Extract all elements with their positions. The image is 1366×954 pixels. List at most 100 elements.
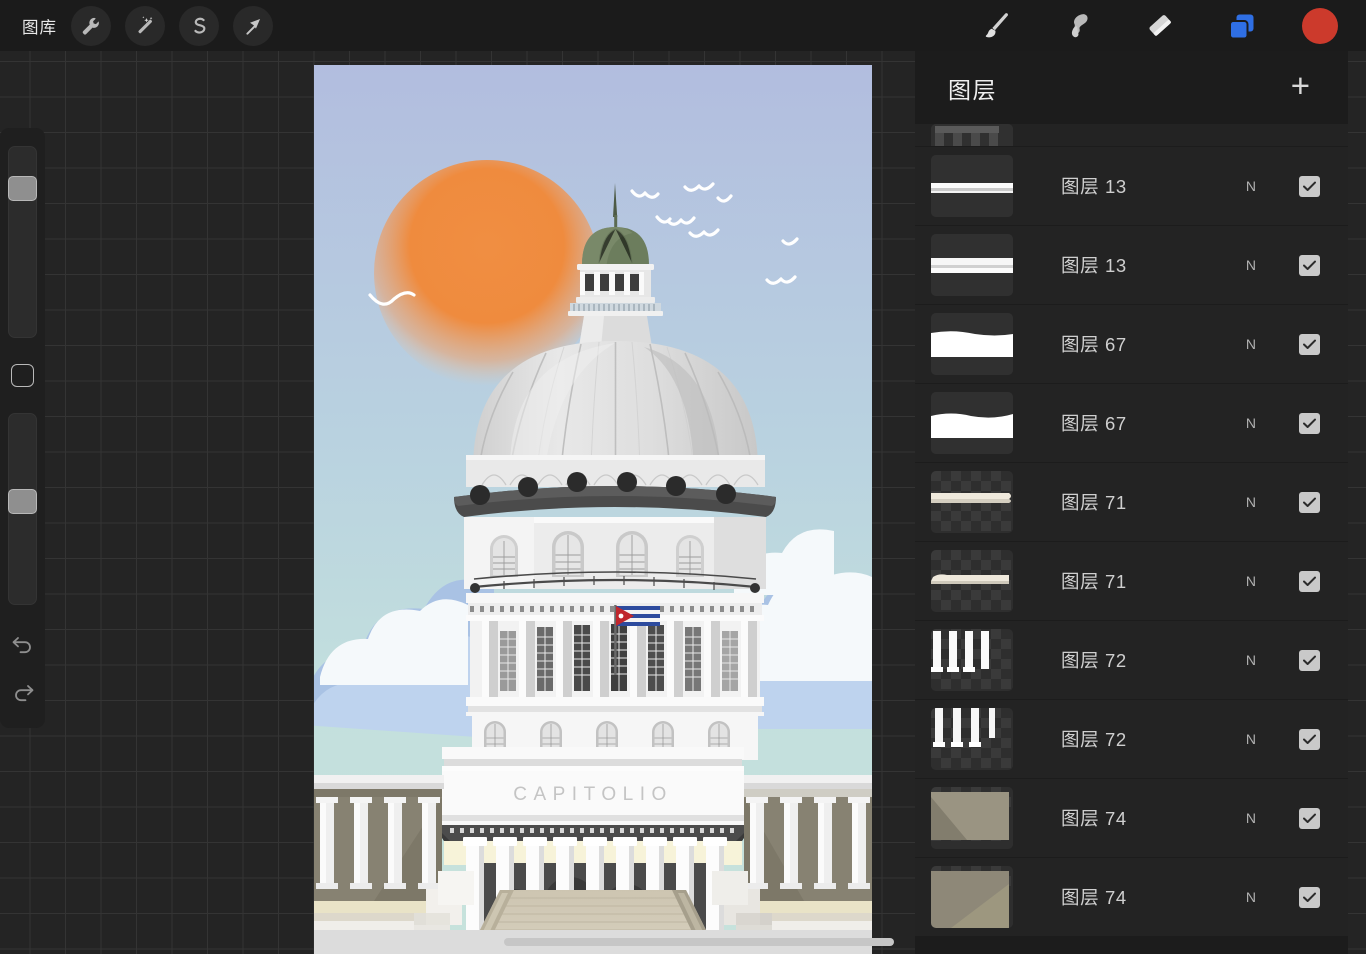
opacity-slider[interactable] bbox=[8, 413, 37, 605]
layer-row[interactable]: 图层 74 N bbox=[915, 858, 1348, 936]
thumbnail-checker-columns2 bbox=[931, 708, 1013, 770]
selection-s-glyph bbox=[194, 17, 206, 34]
layer-blend-mode[interactable]: N bbox=[1246, 494, 1256, 510]
wrench-glyph bbox=[82, 17, 99, 34]
layer-row[interactable]: 图层 72 N bbox=[915, 621, 1348, 699]
canvas-scrollbar-thumb[interactable] bbox=[504, 938, 894, 946]
layers-panel-title: 图层 bbox=[948, 76, 997, 103]
magic-wand-icon[interactable] bbox=[125, 5, 165, 46]
check-icon bbox=[1303, 892, 1316, 902]
layer-visibility-checkbox[interactable] bbox=[1299, 254, 1320, 276]
smudge-icon[interactable] bbox=[1056, 6, 1100, 46]
brush-size-slider[interactable] bbox=[8, 146, 37, 338]
selection-s-icon[interactable] bbox=[179, 5, 219, 46]
layer-row[interactable]: 图层 74 N bbox=[915, 779, 1348, 857]
eraser-icon[interactable] bbox=[1138, 6, 1182, 46]
layer-blend-mode[interactable]: N bbox=[1246, 336, 1256, 352]
check-icon bbox=[1303, 497, 1316, 507]
check-icon bbox=[1303, 734, 1316, 744]
layer-visibility-checkbox[interactable] bbox=[1299, 412, 1320, 434]
layer-blend-mode[interactable]: N bbox=[1246, 415, 1256, 431]
layer-blend-mode[interactable]: N bbox=[1246, 889, 1256, 905]
wrench-icon[interactable] bbox=[71, 5, 111, 46]
layer-row[interactable]: 图层 67 N bbox=[915, 384, 1348, 462]
top-toolbar-left-group: 图库 bbox=[0, 5, 273, 46]
layer-row-partial-top[interactable] bbox=[915, 124, 1348, 146]
layer-visibility-checkbox[interactable] bbox=[1299, 807, 1320, 829]
color-swatch[interactable] bbox=[1302, 7, 1338, 44]
layer-visibility-checkbox[interactable] bbox=[1299, 728, 1320, 750]
drawing-canvas[interactable]: CAPITOLIO bbox=[314, 65, 872, 954]
top-toolbar: 图库 bbox=[0, 0, 1366, 51]
check-icon bbox=[1303, 813, 1316, 823]
layer-name: 图层 13 bbox=[1061, 255, 1127, 276]
arrow-glyph bbox=[245, 18, 260, 35]
layer-blend-mode[interactable]: N bbox=[1246, 810, 1256, 826]
brush-size-slider-thumb[interactable] bbox=[8, 176, 37, 201]
layer-thumbnail bbox=[931, 155, 1013, 217]
layer-thumbnail bbox=[931, 471, 1013, 533]
modify-square-button[interactable] bbox=[11, 364, 34, 387]
thumbnail-tan-diag bbox=[931, 787, 1013, 849]
layer-row[interactable]: 图层 72 N bbox=[915, 700, 1348, 778]
layer-blend-mode[interactable]: N bbox=[1246, 652, 1256, 668]
layer-row[interactable]: 图层 13 N bbox=[915, 147, 1348, 225]
layer-thumbnail bbox=[931, 313, 1013, 375]
thumbnail-band-thick bbox=[931, 234, 1013, 296]
undo-button[interactable] bbox=[4, 625, 42, 663]
arrow-transform-icon[interactable] bbox=[233, 5, 273, 46]
thumbnail-partial-graphic bbox=[931, 124, 1013, 146]
check-icon bbox=[1303, 418, 1316, 428]
add-layer-button[interactable]: + bbox=[1291, 69, 1310, 107]
check-icon bbox=[1303, 260, 1316, 270]
top-toolbar-right-group bbox=[974, 6, 1366, 46]
layer-thumbnail bbox=[931, 124, 1013, 146]
check-icon bbox=[1303, 181, 1316, 191]
layer-row[interactable]: 图层 71 N bbox=[915, 542, 1348, 620]
layer-visibility-checkbox[interactable] bbox=[1299, 649, 1320, 671]
thumbnail-checker-beam bbox=[931, 471, 1013, 533]
eraser-glyph bbox=[1149, 14, 1171, 36]
thumbnail-block-white-bottom bbox=[931, 392, 1013, 454]
capitolio-illustration: CAPITOLIO bbox=[314, 65, 872, 954]
layers-glyph bbox=[1229, 14, 1254, 39]
check-icon bbox=[1303, 576, 1316, 586]
layers-panel: 图层 + 图层 13 N 图层 13 N 图层 67 N 图层 67 N 图层 … bbox=[915, 51, 1348, 954]
layer-visibility-checkbox[interactable] bbox=[1299, 491, 1320, 513]
layer-name: 图层 72 bbox=[1061, 650, 1127, 671]
brush-icon[interactable] bbox=[974, 6, 1018, 46]
layer-thumbnail bbox=[931, 629, 1013, 691]
opacity-slider-thumb[interactable] bbox=[8, 489, 37, 514]
layer-name: 图层 67 bbox=[1061, 334, 1127, 355]
thumbnail-checker-beam2 bbox=[931, 550, 1013, 612]
left-tool-sidebar bbox=[0, 128, 45, 728]
undo-arrow-icon bbox=[12, 637, 31, 654]
layer-blend-mode[interactable]: N bbox=[1246, 731, 1256, 747]
brush-glyph bbox=[985, 12, 1008, 37]
canvas-bottom-bar bbox=[314, 930, 894, 954]
gallery-button[interactable]: 图库 bbox=[22, 14, 57, 38]
check-icon bbox=[1303, 339, 1316, 349]
layer-name: 图层 74 bbox=[1061, 887, 1127, 908]
thumbnail-block-white-top bbox=[931, 313, 1013, 375]
layer-row[interactable]: 图层 67 N bbox=[915, 305, 1348, 383]
layer-visibility-checkbox[interactable] bbox=[1299, 333, 1320, 355]
layer-thumbnail bbox=[931, 550, 1013, 612]
layers-icon[interactable] bbox=[1220, 6, 1264, 46]
layer-name: 图层 74 bbox=[1061, 808, 1127, 829]
layer-thumbnail bbox=[931, 866, 1013, 928]
layer-thumbnail bbox=[931, 234, 1013, 296]
layers-list[interactable]: 图层 13 N 图层 13 N 图层 67 N 图层 67 N 图层 71 N … bbox=[915, 124, 1348, 936]
layer-visibility-checkbox[interactable] bbox=[1299, 570, 1320, 592]
redo-button[interactable] bbox=[4, 673, 42, 711]
layer-row[interactable]: 图层 13 N bbox=[915, 226, 1348, 304]
layer-blend-mode[interactable]: N bbox=[1246, 178, 1256, 194]
layer-blend-mode[interactable]: N bbox=[1246, 573, 1256, 589]
layers-panel-header: 图层 + bbox=[915, 51, 1348, 124]
layer-visibility-checkbox[interactable] bbox=[1299, 886, 1320, 908]
thumbnail-band-thin bbox=[931, 155, 1013, 217]
layer-name: 图层 71 bbox=[1061, 492, 1127, 513]
layer-blend-mode[interactable]: N bbox=[1246, 257, 1256, 273]
layer-row[interactable]: 图层 71 N bbox=[915, 463, 1348, 541]
layer-visibility-checkbox[interactable] bbox=[1299, 175, 1320, 197]
